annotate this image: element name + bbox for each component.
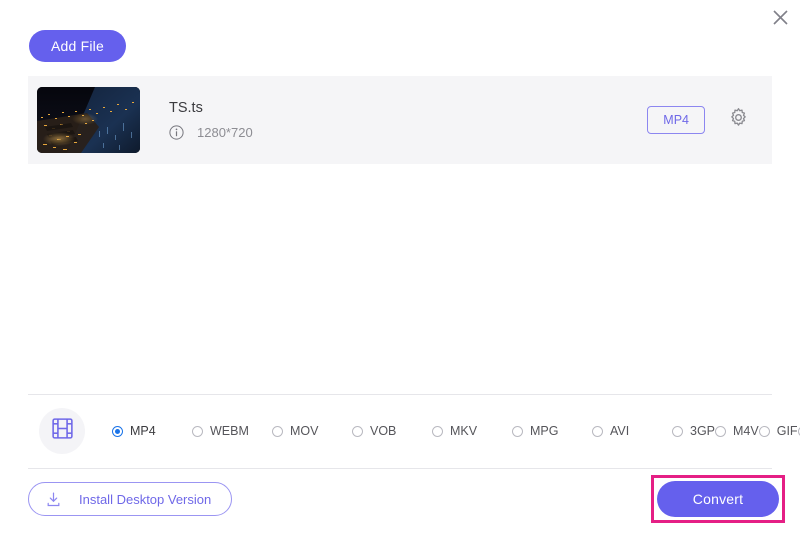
download-icon: [45, 491, 62, 508]
format-option-vob[interactable]: VOB: [352, 419, 432, 443]
divider-above-formats: [28, 394, 772, 395]
format-label: MKV: [450, 424, 478, 438]
radio-mp4[interactable]: [112, 425, 123, 437]
format-option-mp4[interactable]: MP4: [112, 419, 192, 443]
radio-gif[interactable]: [758, 425, 770, 437]
format-label: MPG: [530, 424, 559, 438]
close-icon: [772, 9, 789, 26]
format-option-mkv[interactable]: MKV: [432, 419, 512, 443]
format-option-mov[interactable]: MOV: [272, 419, 352, 443]
file-thumbnail: [37, 87, 140, 153]
file-info: TS.ts 1280*720: [169, 100, 647, 140]
format-label: MOV: [290, 424, 319, 438]
gear-icon: [728, 107, 749, 133]
file-settings-button[interactable]: [727, 107, 749, 133]
info-icon: [169, 125, 184, 140]
format-label: VOB: [370, 424, 397, 438]
format-options-grid: MP4 WEBM MOV VOB MKV MPG AVI 3GP M4V GIF: [112, 419, 800, 443]
file-resolution: 1280*720: [197, 125, 253, 140]
format-label: MP4: [130, 424, 156, 438]
film-strip-icon: [50, 416, 75, 446]
format-selector: MP4 WEBM MOV VOB MKV MPG AVI 3GP M4V GIF: [28, 400, 800, 462]
format-label: GIF: [776, 424, 798, 438]
radio-mkv[interactable]: [432, 425, 443, 437]
file-detail-row: 1280*720: [169, 125, 647, 140]
format-label: M4V: [733, 424, 759, 438]
file-list-item[interactable]: TS.ts 1280*720 MP4: [28, 76, 772, 164]
radio-avi[interactable]: [592, 425, 603, 437]
file-name: TS.ts: [169, 100, 203, 116]
radio-3gp[interactable]: [672, 425, 683, 437]
format-option-3gp[interactable]: 3GP: [672, 419, 715, 443]
format-label: WEBM: [210, 424, 249, 438]
radio-mpg[interactable]: [512, 425, 523, 437]
format-label: 3GP: [690, 424, 716, 438]
format-option-gif[interactable]: GIF: [758, 419, 798, 443]
radio-webm[interactable]: [192, 425, 203, 437]
output-format-badge[interactable]: MP4: [647, 106, 705, 134]
format-option-webm[interactable]: WEBM: [192, 419, 272, 443]
install-desktop-version-button[interactable]: Install Desktop Version: [28, 482, 233, 516]
format-option-mpg[interactable]: MPG: [512, 419, 592, 443]
format-option-avi[interactable]: AVI: [592, 419, 672, 443]
close-window-button[interactable]: [767, 4, 793, 30]
install-button-label: Install Desktop Version: [79, 491, 212, 507]
radio-vob[interactable]: [352, 425, 363, 437]
radio-m4v[interactable]: [715, 425, 727, 437]
format-label: AVI: [610, 424, 630, 438]
divider-above-footer: [28, 468, 772, 469]
radio-mov[interactable]: [272, 425, 283, 437]
convert-button[interactable]: Convert: [657, 481, 779, 517]
format-option-m4v[interactable]: M4V: [715, 419, 759, 443]
add-file-button[interactable]: Add File: [29, 30, 126, 62]
video-category-button[interactable]: [39, 408, 85, 454]
